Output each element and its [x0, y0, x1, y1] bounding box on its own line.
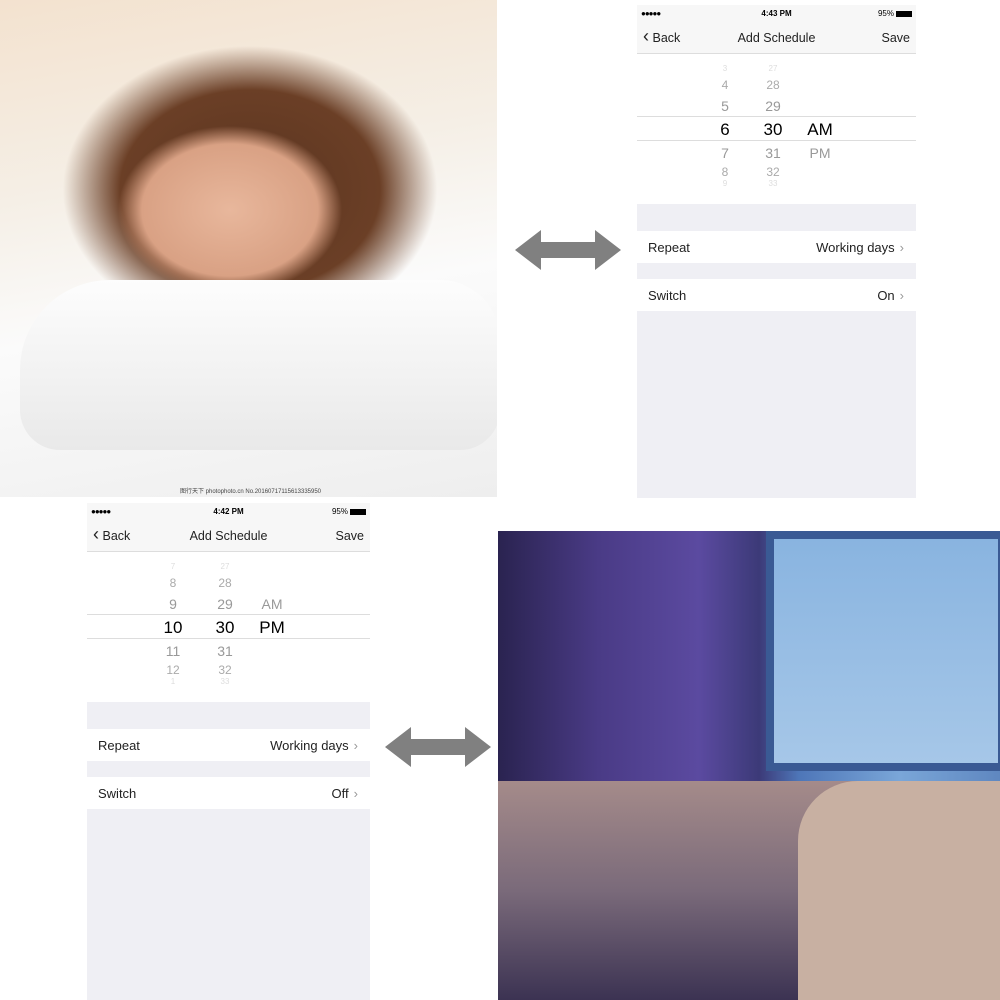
- picker-minutes-item[interactable]: 31: [205, 643, 245, 657]
- back-label: Back: [652, 31, 681, 45]
- picker-hours-item[interactable]: 9: [153, 596, 193, 610]
- picker-hours-item[interactable]: 8: [153, 576, 193, 588]
- switch-value: Off: [331, 786, 349, 801]
- picker-hours-item[interactable]: 6: [705, 120, 745, 137]
- picker-minutes-item[interactable]: 31: [753, 145, 793, 159]
- switch-row[interactable]: Switch On ›: [637, 279, 916, 311]
- battery-icon: [350, 508, 366, 515]
- repeat-label: Repeat: [98, 738, 140, 753]
- time-picker[interactable]: 7 8 9 10 11 12 1 27 28 29 30 31 32 33 AM PM: [87, 552, 370, 702]
- save-button[interactable]: Save: [882, 31, 911, 45]
- back-label: Back: [102, 529, 131, 543]
- blanket: [798, 781, 1000, 1000]
- picker-hours-item[interactable]: 7: [153, 562, 193, 570]
- picker-hours-item[interactable]: 12: [153, 663, 193, 675]
- picker-minutes-item[interactable]: 28: [205, 576, 245, 588]
- battery-indicator: 95%: [332, 507, 366, 516]
- chevron-left-icon: ‹: [93, 524, 99, 544]
- battery-indicator: 95%: [878, 9, 912, 18]
- picker-hours-item[interactable]: 9: [705, 179, 745, 187]
- watermark: 图行天下 photophoto.cn No.201607171156133359…: [180, 489, 321, 495]
- chevron-right-icon: ›: [353, 786, 358, 801]
- status-time: 4:42 PM: [213, 507, 244, 516]
- picker-hours-item[interactable]: 1: [153, 677, 193, 685]
- battery-percent: 95%: [331, 507, 348, 516]
- chevron-right-icon: ›: [353, 738, 358, 753]
- switch-label: Switch: [648, 288, 687, 303]
- repeat-row[interactable]: Repeat Working days ›: [637, 231, 916, 263]
- battery-percent: 95%: [877, 9, 894, 18]
- picker-ampm-selected[interactable]: PM: [252, 618, 292, 638]
- repeat-value: Working days: [816, 240, 895, 255]
- picker-minutes-item[interactable]: 32: [753, 165, 793, 177]
- repeat-row[interactable]: Repeat Working days ›: [87, 729, 370, 761]
- picker-hours-item[interactable]: 11: [153, 643, 193, 657]
- battery-icon: [896, 10, 912, 17]
- switch-label: Switch: [98, 786, 137, 801]
- picker-minutes-item[interactable]: 33: [205, 677, 245, 685]
- status-time: 4:43 PM: [761, 9, 792, 18]
- picker-hours-item[interactable]: 4: [705, 78, 745, 90]
- picker-ampm-item[interactable]: AM: [252, 596, 292, 612]
- repeat-label: Repeat: [648, 240, 690, 255]
- picker-hours-item[interactable]: 5: [705, 98, 745, 112]
- chevron-right-icon: ›: [899, 288, 904, 303]
- picker-minutes-item[interactable]: 29: [753, 98, 793, 112]
- save-button[interactable]: Save: [336, 529, 365, 543]
- nav-bar: ‹ Back Add Schedule Save: [87, 520, 370, 552]
- pillow: [20, 280, 497, 450]
- picker-minutes-item[interactable]: 28: [753, 78, 793, 90]
- picker-minutes-item[interactable]: 30: [205, 618, 245, 635]
- picker-minutes-item[interactable]: 29: [205, 596, 245, 610]
- picker-minutes-item[interactable]: 27: [753, 64, 793, 72]
- picker-hours-item[interactable]: 8: [705, 165, 745, 177]
- sleeping-woman-photo: 图行天下 photophoto.cn No.201607171156133359…: [0, 0, 497, 497]
- picker-minutes-item[interactable]: 27: [205, 562, 245, 570]
- chevron-left-icon: ‹: [643, 26, 649, 46]
- status-bar: ●●●●● 4:43 PM 95%: [637, 5, 916, 22]
- nav-bar: ‹ Back Add Schedule Save: [637, 22, 916, 54]
- picker-minutes-item[interactable]: 30: [753, 120, 793, 137]
- picker-minutes-item[interactable]: 33: [753, 179, 793, 187]
- phone-screen-evening: ●●●●● 4:42 PM 95% ‹ Back Add Schedule Sa…: [87, 503, 370, 1000]
- switch-row[interactable]: Switch Off ›: [87, 777, 370, 809]
- double-arrow-icon: [385, 727, 491, 767]
- phone-screen-morning: ●●●●● 4:43 PM 95% ‹ Back Add Schedule Sa…: [637, 5, 916, 498]
- sleeping-child-photo: [498, 531, 1000, 1000]
- repeat-value: Working days: [270, 738, 349, 753]
- back-button[interactable]: ‹ Back: [643, 27, 681, 45]
- picker-hours-item[interactable]: 3: [705, 64, 745, 72]
- picker-minutes-item[interactable]: 32: [205, 663, 245, 675]
- chevron-right-icon: ›: [899, 240, 904, 255]
- picker-hours-item[interactable]: 7: [705, 145, 745, 159]
- picker-hours-item[interactable]: 10: [153, 618, 193, 635]
- status-bar: ●●●●● 4:42 PM 95%: [87, 503, 370, 520]
- picker-ampm-item[interactable]: PM: [800, 145, 840, 161]
- picker-ampm-selected[interactable]: AM: [800, 120, 840, 140]
- time-picker[interactable]: 3 4 5 6 7 8 9 27 28 29 30 31 32 33 AM PM: [637, 54, 916, 204]
- switch-value: On: [877, 288, 895, 303]
- window: [766, 531, 1000, 771]
- back-button[interactable]: ‹ Back: [93, 525, 131, 543]
- double-arrow-icon: [515, 230, 621, 270]
